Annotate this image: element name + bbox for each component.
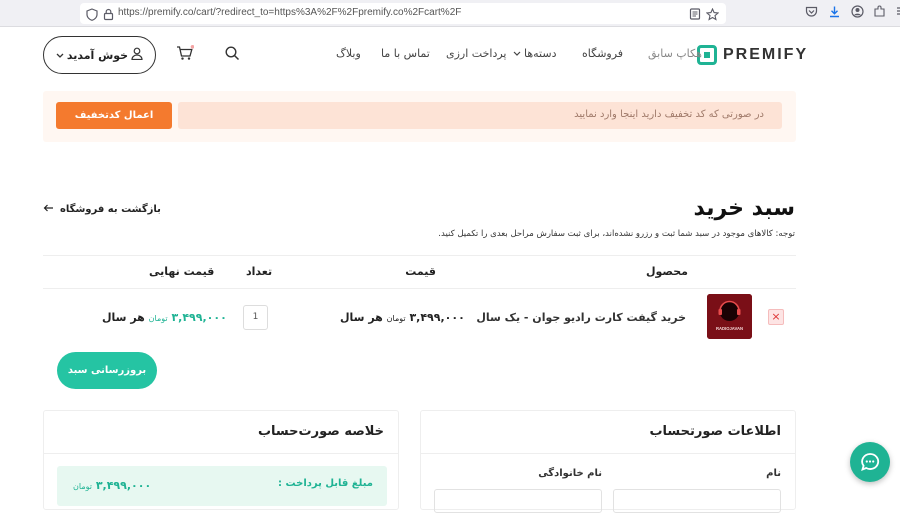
page-title: سبد خرید [693, 196, 796, 221]
user-icon [131, 47, 143, 63]
arrow-left-icon [43, 204, 54, 215]
invoice-summary-card: خلاصه صورت‌حساب مبلغ قابل پرداخت : ۳,۴۹۹… [43, 410, 399, 510]
coupon-section: در صورتی که کد تخفیف دارید اینجا وارد نم… [43, 91, 796, 142]
column-price: قیمت [405, 265, 436, 278]
first-name-label: نام [766, 468, 781, 479]
remove-item-button[interactable]: × [768, 309, 784, 325]
close-icon: × [771, 310, 781, 323]
url-text: https://premify.co/cart/?redirect_to=htt… [118, 7, 462, 18]
apply-coupon-button[interactable]: اعمال کدتخفیف [56, 102, 172, 129]
item-total-currency: تومان [148, 314, 168, 323]
chat-button[interactable] [850, 442, 890, 482]
product-name[interactable]: خرید گیفت کارت رادیو جوان - یک سال [476, 311, 686, 324]
card-divider [44, 453, 398, 454]
account-button[interactable]: خوش آمدید [43, 36, 156, 74]
chat-icon [860, 452, 880, 476]
cart-notice: توجه: کالاهای موجود در سبد شما ثبت و رزر… [438, 229, 795, 239]
browser-toolbar: https://premify.co/cart/?redirect_to=htt… [0, 0, 900, 27]
thumb-text: RADIOJAVAN [716, 326, 743, 331]
update-cart-button[interactable]: بروزرسانی سبد خرید [57, 352, 157, 413]
nav-currency-payment[interactable]: پرداخت ارزی [446, 47, 506, 60]
nav-contact[interactable]: تماس با ما [381, 47, 430, 60]
last-name-field[interactable] [434, 489, 602, 513]
payable-amount-box: مبلغ قابل پرداخت : ۳,۴۹۹,۰۰۰ تومان [57, 466, 387, 506]
account-icon[interactable] [851, 5, 864, 18]
menu-icon[interactable] [893, 5, 900, 18]
shield-icon[interactable] [85, 8, 98, 21]
search-icon[interactable] [225, 46, 240, 65]
back-to-shop-link[interactable]: بازگشت به فروشگاه [43, 204, 161, 215]
payable-currency: تومان [73, 482, 92, 491]
pocket-icon[interactable] [805, 5, 818, 18]
column-total: قیمت نهایی [149, 265, 215, 278]
item-total-value: ۳,۴۹۹,۰۰۰ [171, 311, 227, 324]
last-name-label: نام خانوادگی [538, 468, 602, 479]
payable-amount: ۳,۴۹۹,۰۰۰ تومان [73, 479, 151, 492]
chevron-down-icon [56, 49, 64, 62]
lock-icon[interactable] [102, 8, 115, 21]
item-price-value: ۳,۴۹۹,۰۰۰ [409, 311, 465, 324]
nav-legacy-link[interactable]: هکاپ سابق [648, 47, 702, 60]
star-icon[interactable] [705, 7, 720, 21]
table-header-divider [43, 288, 796, 289]
invoice-summary-title: خلاصه صورت‌حساب [257, 424, 384, 439]
reader-icon[interactable] [688, 8, 701, 21]
site-logo[interactable]: PREMIFY [697, 45, 808, 65]
billing-info-card: اطلاعات صورتحساب نام نام خانوادگی [420, 410, 796, 513]
nav-categories-label: دسته‌ها [524, 47, 557, 60]
payable-amount-value: ۳,۴۹۹,۰۰۰ [95, 479, 152, 492]
quantity-input[interactable]: 1 [243, 305, 268, 330]
download-icon[interactable] [828, 5, 841, 18]
account-button-label: خوش آمدید [66, 48, 129, 62]
item-total-period: هر سال [102, 311, 145, 324]
product-thumbnail[interactable]: RADIOJAVAN [707, 294, 752, 339]
nav-shop[interactable]: فروشگاه [582, 47, 623, 60]
chevron-down-icon [513, 47, 521, 60]
column-qty: تعداد [246, 265, 273, 278]
logo-text: PREMIFY [723, 46, 809, 63]
item-price-currency: تومان [386, 314, 406, 323]
extensions-icon[interactable] [873, 5, 886, 18]
card-divider [421, 453, 795, 454]
coupon-input[interactable]: در صورتی که کد تخفیف دارید اینجا وارد نم… [178, 102, 782, 129]
payable-label: مبلغ قابل پرداخت : [278, 478, 373, 489]
item-total: ۳,۴۹۹,۰۰۰ تومان هر سال [102, 311, 227, 324]
nav-blog[interactable]: وبلاگ [336, 47, 361, 60]
item-price: ۳,۴۹۹,۰۰۰ تومان هر سال [340, 311, 465, 324]
first-name-field[interactable] [613, 489, 781, 513]
cart-icon[interactable] [176, 45, 195, 65]
back-to-shop-label: بازگشت به فروشگاه [60, 204, 161, 215]
billing-info-title: اطلاعات صورتحساب [649, 424, 781, 439]
nav-categories[interactable]: دسته‌ها [513, 47, 556, 60]
column-product: محصول [645, 265, 688, 278]
address-bar[interactable]: https://premify.co/cart/?redirect_to=htt… [80, 3, 726, 24]
item-price-period: هر سال [340, 311, 383, 324]
